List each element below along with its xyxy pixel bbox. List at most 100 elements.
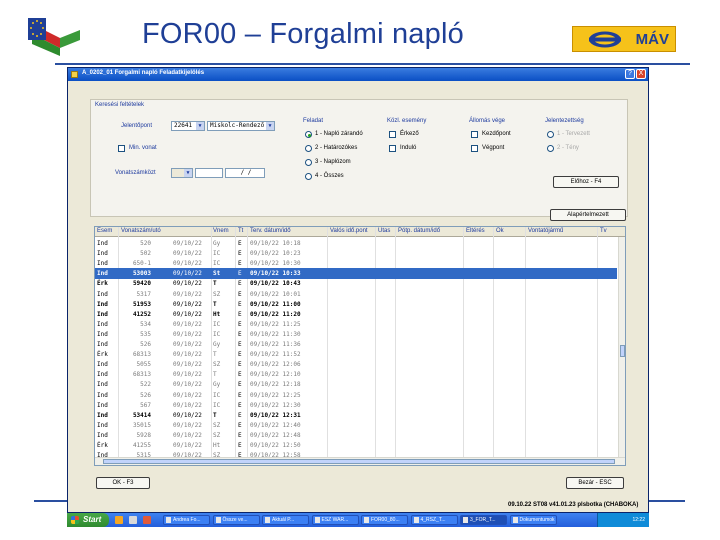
chevron-down-icon[interactable]: ▼: [184, 169, 192, 177]
task-radio-2[interactable]: [305, 145, 312, 152]
window-titlebar[interactable]: A_0202_01 Forgalmi napló Feladatkijelölé…: [68, 68, 648, 81]
station-name-select[interactable]: Miskolc-Rendező ▼: [207, 121, 275, 131]
col-header-reason[interactable]: Ok: [496, 228, 504, 234]
cell-tt: E: [238, 361, 242, 369]
cell-event: Ind: [97, 431, 108, 439]
taskbar-item[interactable]: Össze ve...: [212, 515, 260, 525]
cell-train-number: 41255: [132, 442, 151, 449]
cell-event: Ind: [97, 381, 108, 389]
header-divider: [55, 63, 690, 65]
cell-train-date: 09/10/22: [173, 280, 202, 288]
mav-logo: MÁV: [572, 26, 676, 52]
chevron-down-icon[interactable]: ▼: [196, 122, 204, 130]
taskbar-item[interactable]: ESZ WAR...: [311, 515, 359, 525]
taskbar-item[interactable]: FOR00_80...: [361, 515, 408, 525]
fetch-button[interactable]: Előhoz - F4: [553, 176, 619, 188]
cell-train-date: 09/10/22: [173, 401, 202, 409]
vertical-scrollbar[interactable]: [618, 237, 625, 457]
cell-event: Ind: [97, 320, 108, 328]
quicklaunch-icon[interactable]: [143, 516, 151, 524]
window-icon: [463, 517, 468, 523]
quicklaunch-icon[interactable]: [129, 516, 137, 524]
taskbar-item[interactable]: Dokumentumok: [509, 515, 557, 525]
col-header-tt[interactable]: Tt: [238, 228, 243, 234]
cell-planned-time: 09/10/22 12:25: [250, 391, 301, 399]
quicklaunch-icon[interactable]: [115, 516, 123, 524]
cell-planned-time: 09/10/22 10:18: [250, 240, 301, 247]
col-header-loco[interactable]: Vontatójármű: [528, 228, 563, 234]
window-icon: [413, 517, 419, 523]
actual-label: 2 - Tény: [557, 145, 579, 151]
ok-button[interactable]: OK - F3: [96, 477, 150, 489]
taskbar-item[interactable]: 4_RSZ_T...: [410, 515, 458, 525]
taskbar-item-label: 4_RSZ_T...: [420, 517, 446, 523]
taskbar-item[interactable]: Andrea Fo...: [163, 515, 210, 525]
col-header-event[interactable]: Esem: [97, 228, 112, 234]
departing-checkbox[interactable]: [389, 145, 396, 152]
col-header-actual[interactable]: Valós idő.pont: [330, 228, 368, 234]
start-button[interactable]: Start: [67, 513, 109, 527]
col-header-type[interactable]: Vnem: [213, 228, 229, 234]
taskbar-item[interactable]: 3_FOR_T...: [460, 515, 507, 525]
cell-tt: E: [238, 260, 242, 268]
cell-train-type: Ht: [213, 442, 221, 449]
col-header-train[interactable]: Vonatszám/utó: [121, 228, 161, 234]
task-radio-4[interactable]: [305, 173, 312, 180]
clock[interactable]: 12:22: [632, 517, 645, 523]
window-icon: [314, 517, 320, 523]
col-header-tv[interactable]: Tv: [600, 228, 607, 234]
close-button[interactable]: Bezár - ESC: [566, 477, 624, 489]
task-radio-1[interactable]: [305, 131, 312, 138]
min-train-checkbox[interactable]: [118, 145, 125, 152]
cell-train-type: T: [213, 371, 217, 379]
scroll-thumb[interactable]: [620, 345, 625, 357]
train-number-label: Vonatszámközt: [115, 170, 156, 176]
cell-planned-time: 09/10/22 11:30: [250, 330, 301, 338]
col-header-passenger[interactable]: Utas: [378, 228, 390, 234]
col-header-delay[interactable]: Eltérés: [466, 228, 485, 234]
windows-logo-icon: [71, 516, 79, 524]
cell-train-type: T: [213, 411, 217, 419]
cell-train-type: IC: [213, 401, 221, 409]
cell-train-date: 09/10/22: [173, 421, 202, 429]
col-header-planned[interactable]: Terv. dátum/idő: [250, 228, 291, 234]
cell-train-type: SZ: [213, 431, 221, 439]
cell-train-date: 09/10/22: [173, 240, 202, 247]
cell-tt: E: [238, 290, 242, 298]
taskbar-item-label: Andrea Fo...: [173, 517, 201, 523]
cell-train-number: 526: [140, 341, 151, 348]
cell-tt: E: [238, 280, 242, 288]
chevron-down-icon[interactable]: ▼: [266, 122, 274, 130]
cell-train-number: 5928: [136, 431, 151, 439]
arriving-checkbox[interactable]: [389, 131, 396, 138]
planned-radio[interactable]: [547, 131, 554, 138]
train-date-input[interactable]: / /: [225, 168, 265, 178]
default-button[interactable]: Alapértelmezett: [550, 209, 626, 221]
min-train-label: Min. vonat: [129, 145, 157, 151]
cell-train-type: T: [213, 351, 217, 359]
cell-train-type: Gy: [213, 381, 221, 389]
cell-event: Ind: [97, 361, 108, 369]
cell-tt: E: [238, 320, 242, 328]
cell-planned-time: 09/10/22 12:18: [250, 381, 301, 389]
cell-train-date: 09/10/22: [173, 381, 202, 389]
journal-grid[interactable]: Esem Vonatszám/utó Vnem Tt Terv. dátum/i…: [94, 226, 626, 466]
cell-train-type: T: [213, 300, 217, 308]
cell-event: Ind: [97, 371, 108, 379]
cell-train-type: IC: [213, 391, 221, 399]
help-button[interactable]: ?: [625, 69, 635, 79]
col-header-extra[interactable]: Pótp. dátum/idő: [398, 228, 440, 234]
train-prefix-select[interactable]: ▼: [171, 168, 193, 178]
close-window-button[interactable]: X: [636, 69, 646, 79]
scroll-thumb[interactable]: [103, 459, 615, 464]
end-point-checkbox[interactable]: [471, 145, 478, 152]
cell-planned-time: 09/10/22 11:25: [250, 320, 301, 328]
actual-radio[interactable]: [547, 145, 554, 152]
horizontal-scrollbar[interactable]: [95, 457, 625, 465]
task-radio-3[interactable]: [305, 159, 312, 166]
station-code-select[interactable]: 22641 ▼: [171, 121, 205, 131]
event-group-caption: Közl. esemény: [387, 118, 427, 124]
taskbar-item[interactable]: Aktuál P...: [262, 515, 309, 525]
start-point-checkbox[interactable]: [471, 131, 478, 138]
train-number-input[interactable]: [195, 168, 223, 178]
